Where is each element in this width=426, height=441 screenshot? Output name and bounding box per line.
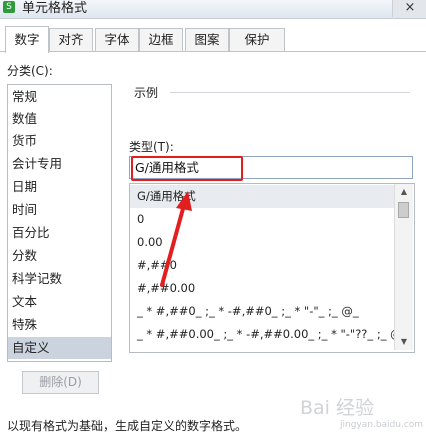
- delete-button[interactable]: 删除(D): [22, 371, 99, 394]
- watermark-logo: Bai 经验: [300, 397, 374, 419]
- tab-number[interactable]: 数字: [5, 26, 49, 53]
- footer-description: 以现有格式为基础，生成自定义的数字格式。: [7, 419, 248, 433]
- watermark-url: jingyan.baidu.com: [340, 420, 424, 430]
